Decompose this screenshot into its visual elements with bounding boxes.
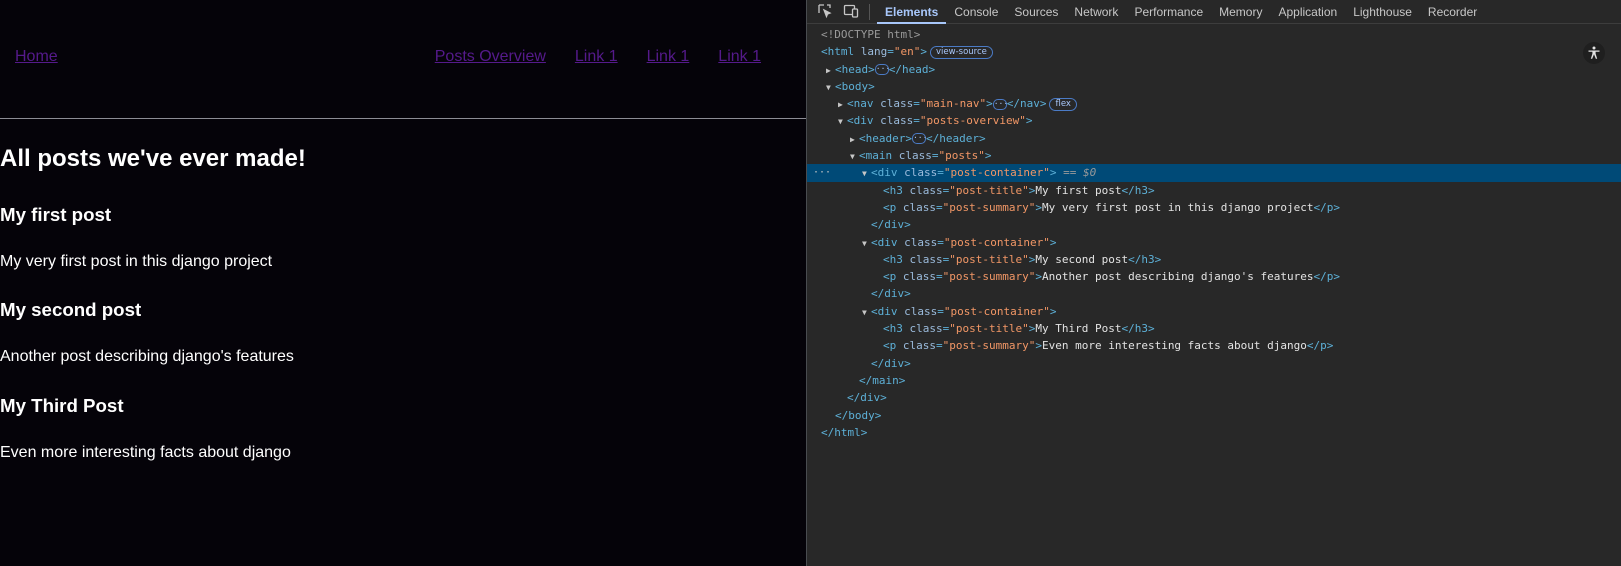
post-title-text: My Third Post xyxy=(1035,322,1122,336)
post-title: My first post xyxy=(0,204,112,225)
flex-badge[interactable]: flex xyxy=(1049,97,1077,111)
post-summary-text: Even more interesting facts about django xyxy=(1041,339,1307,353)
post-summary: My very first post in this django projec… xyxy=(0,253,273,270)
tab-lighthouse[interactable]: Lighthouse xyxy=(1345,0,1420,24)
tab-memory[interactable]: Memory xyxy=(1211,0,1270,24)
post-summary: Even more interesting facts about django xyxy=(0,444,291,461)
expand-arrow-icon[interactable]: ▶ xyxy=(850,131,859,148)
dom-node-post-summary[interactable]: <p class="post-summary">Another post des… xyxy=(807,268,1621,285)
dom-node-post-container[interactable]: ▼ <div class="post-container"> xyxy=(807,234,1621,251)
page-title: All posts we've ever made! xyxy=(0,145,306,172)
collapse-arrow-icon[interactable]: ▼ xyxy=(862,304,871,321)
post-summary-text: My very first post in this django projec… xyxy=(1041,200,1314,214)
expand-arrow-icon[interactable]: ▶ xyxy=(826,62,835,79)
post-title-text: My first post xyxy=(1035,183,1122,197)
toolbar-divider xyxy=(869,4,870,20)
tab-elements[interactable]: Elements xyxy=(877,0,947,24)
tab-performance[interactable]: Performance xyxy=(1126,0,1211,24)
collapse-arrow-icon[interactable]: ▼ xyxy=(826,79,835,96)
dom-node-post-title[interactable]: <h3 class="post-title">My first post</h3… xyxy=(807,182,1621,199)
ellipsis-icon[interactable]: ··· xyxy=(992,98,1008,110)
dom-node-head[interactable]: ▶ <head>···</head> xyxy=(807,61,1621,78)
tab-recorder[interactable]: Recorder xyxy=(1420,0,1485,24)
dom-node-header[interactable]: ▶ <header>···</header> xyxy=(807,130,1621,147)
dom-node-body-close[interactable]: </body> xyxy=(807,407,1621,424)
devtools-toolbar: Elements Console Sources Network Perform… xyxy=(807,0,1621,24)
post-summary-class-value: post-summary xyxy=(949,200,1029,214)
screen: Home Posts Overview Link 1 Link 1 Link 1… xyxy=(0,0,1621,566)
post-title-class-value: post-title xyxy=(955,322,1023,336)
post-container-class-value: post-container xyxy=(950,166,1044,180)
dom-node-div-close[interactable]: </div> xyxy=(807,285,1621,302)
dom-node-post-container-selected[interactable]: ··· ▼ <div class="post-container"> == $0 xyxy=(807,164,1621,182)
tab-console[interactable]: Console xyxy=(946,0,1006,24)
nav-link-3[interactable]: Link 1 xyxy=(718,48,761,66)
view-source-badge[interactable]: view-source xyxy=(930,45,993,59)
collapse-arrow-icon[interactable]: ▼ xyxy=(850,148,859,165)
tab-sources[interactable]: Sources xyxy=(1006,0,1066,24)
dom-tree: <!DOCTYPE html> <html lang="en"> view-sou… xyxy=(807,26,1621,441)
devtools-panel: Elements Console Sources Network Perform… xyxy=(806,0,1621,566)
post-container-class-value: post-container xyxy=(950,304,1044,318)
doctype-text: <!DOCTYPE html> xyxy=(821,28,921,41)
selected-node-marker: == $0 xyxy=(1063,166,1097,180)
dom-node-div-close[interactable]: </div> xyxy=(807,355,1621,372)
dom-node-post-container[interactable]: ▼ <div class="post-container"> xyxy=(807,303,1621,320)
posts-overview-class-value: posts-overview xyxy=(926,114,1020,128)
post-summary-class-value: post-summary xyxy=(949,339,1029,353)
web-page: Home Posts Overview Link 1 Link 1 Link 1… xyxy=(0,0,806,566)
nav-link-2[interactable]: Link 1 xyxy=(647,48,690,66)
html-lang-value: en xyxy=(900,45,914,59)
tab-network[interactable]: Network xyxy=(1066,0,1126,24)
post-title: My second post xyxy=(0,299,142,320)
dom-node-div-close[interactable]: </div> xyxy=(807,216,1621,233)
dom-node-main[interactable]: ▼ <main class="posts"> xyxy=(807,147,1621,164)
dom-node-nav[interactable]: ▶ <nav class="main-nav">···</nav> flex xyxy=(807,95,1621,112)
post-container-class-value: post-container xyxy=(950,235,1044,249)
dom-node-post-summary[interactable]: <p class="post-summary">Even more intere… xyxy=(807,337,1621,354)
more-options-icon[interactable]: ··· xyxy=(813,164,831,181)
dom-node-div-close[interactable]: </div> xyxy=(807,389,1621,406)
collapse-arrow-icon[interactable]: ▼ xyxy=(862,235,871,252)
nav-link-posts-overview[interactable]: Posts Overview xyxy=(435,48,546,66)
post-title-class-value: post-title xyxy=(955,252,1023,266)
main-class-value: posts xyxy=(945,149,979,163)
device-toolbar-icon[interactable] xyxy=(843,3,859,19)
post-title: My Third Post xyxy=(0,395,124,416)
nav-link-home[interactable]: Home xyxy=(15,48,58,66)
nav-class-value: main-nav xyxy=(926,97,980,111)
ellipsis-icon[interactable]: ··· xyxy=(911,133,927,145)
dom-node-main-close[interactable]: </main> xyxy=(807,372,1621,389)
dom-node-post-title[interactable]: <h3 class="post-title">My Third Post</h3… xyxy=(807,320,1621,337)
dom-node-body[interactable]: ▼ <body> xyxy=(807,78,1621,95)
collapse-arrow-icon[interactable]: ▼ xyxy=(862,165,871,182)
dom-node-posts-overview[interactable]: ▼ <div class="posts-overview"> xyxy=(807,112,1621,129)
post-summary-class-value: post-summary xyxy=(949,270,1029,284)
inspect-element-icon[interactable] xyxy=(817,3,833,19)
expand-arrow-icon[interactable]: ▶ xyxy=(838,96,847,113)
dom-node-doctype[interactable]: <!DOCTYPE html> xyxy=(807,26,1621,43)
nav-links: Posts Overview Link 1 Link 1 Link 1 xyxy=(435,48,761,66)
dom-node-html[interactable]: <html lang="en"> view-source xyxy=(807,43,1621,60)
post-title-class-value: post-title xyxy=(955,183,1023,197)
main-nav: Home Posts Overview Link 1 Link 1 Link 1 xyxy=(0,0,806,119)
ellipsis-icon[interactable]: ··· xyxy=(874,64,890,76)
tab-application[interactable]: Application xyxy=(1270,0,1345,24)
devtools-tabs: Elements Console Sources Network Perform… xyxy=(877,0,1485,24)
dom-node-post-summary[interactable]: <p class="post-summary">My very first po… xyxy=(807,199,1621,216)
dom-node-html-close[interactable]: </html> xyxy=(807,424,1621,441)
post-summary: Another post describing django's feature… xyxy=(0,348,294,365)
nav-link-1[interactable]: Link 1 xyxy=(575,48,618,66)
post-summary-text: Another post describing django's feature… xyxy=(1041,270,1314,284)
post-title-text: My second post xyxy=(1035,252,1129,266)
dom-node-post-title[interactable]: <h3 class="post-title">My second post</h… xyxy=(807,251,1621,268)
collapse-arrow-icon[interactable]: ▼ xyxy=(838,113,847,130)
